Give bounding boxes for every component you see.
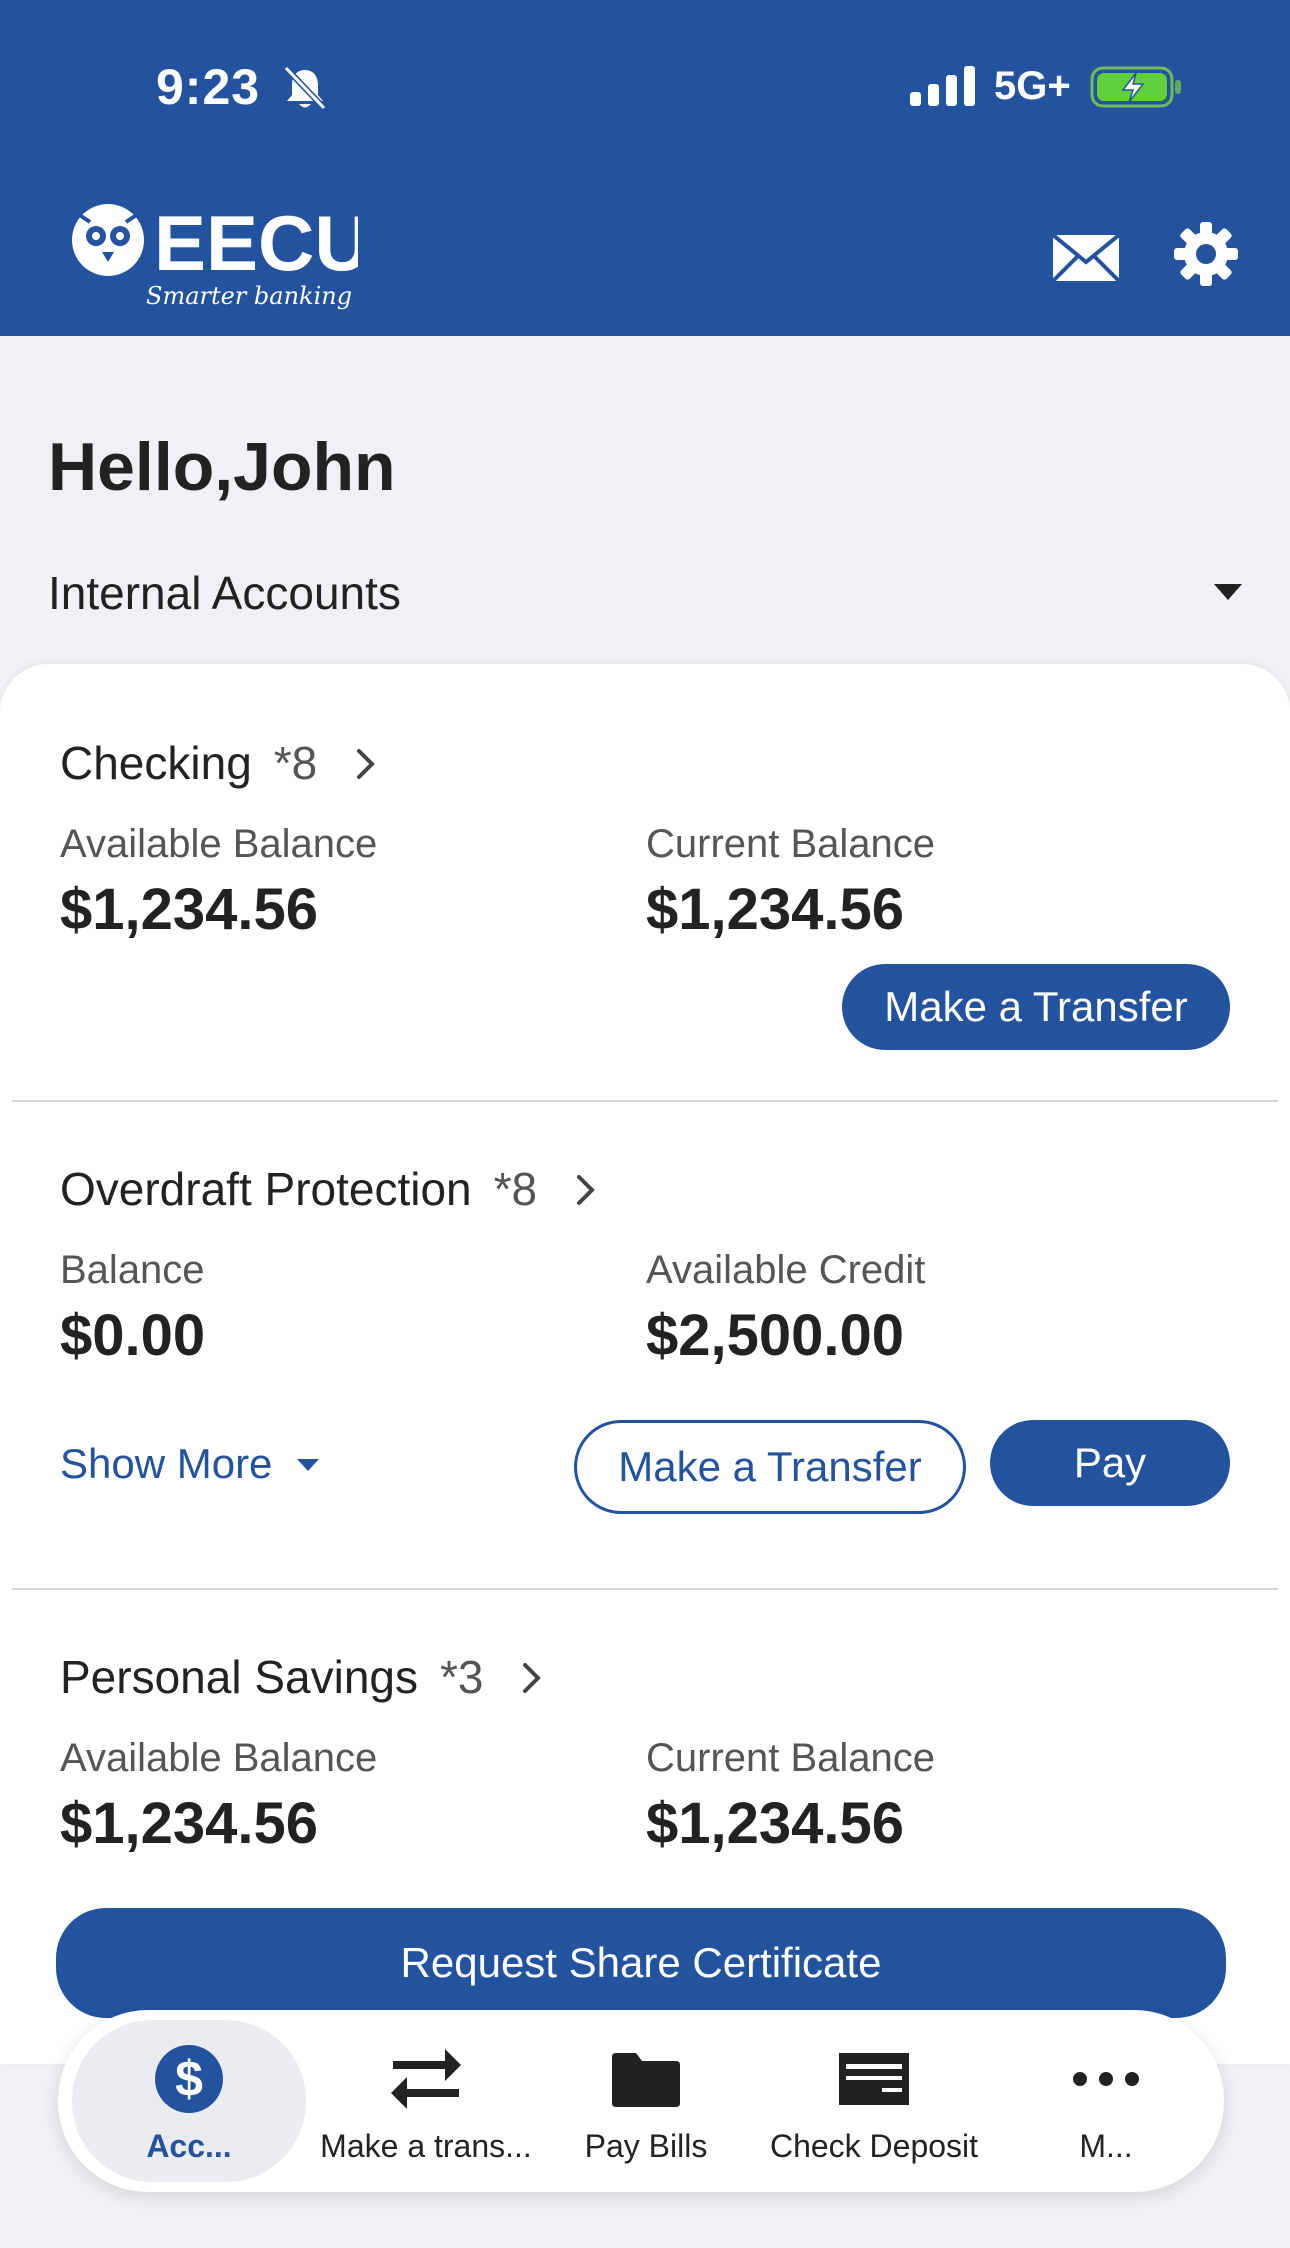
chevron-right-icon xyxy=(523,1663,542,1693)
divider xyxy=(12,1588,1278,1590)
caret-down-icon[interactable] xyxy=(1212,582,1244,602)
show-more-label: Show More xyxy=(60,1440,273,1487)
tab-label: Check Deposit xyxy=(769,2128,979,2164)
current-balance-label: Current Balance xyxy=(646,822,936,866)
account-checking-title[interactable]: Checking *8 xyxy=(60,736,377,790)
tab-label: Make a trans... xyxy=(320,2128,532,2164)
gear-icon[interactable] xyxy=(1174,222,1238,286)
account-number: *3 xyxy=(439,1651,484,1703)
divider xyxy=(12,1100,1278,1102)
tab-make-transfer[interactable]: Make a trans... xyxy=(308,2010,544,2192)
logo-text: EECU xyxy=(154,199,358,287)
pay-button[interactable]: Pay xyxy=(990,1420,1230,1506)
account-name: Checking xyxy=(60,737,252,789)
folder-icon xyxy=(612,2053,680,2107)
show-more-link[interactable]: Show More xyxy=(60,1440,320,1488)
available-balance-value: $1,234.56 xyxy=(60,877,319,942)
account-number: *8 xyxy=(273,737,318,789)
tab-check-deposit[interactable]: Check Deposit xyxy=(748,2010,1000,2192)
bottom-tab-bar: $ Acc... Make a trans... Pay Bills Check… xyxy=(58,2010,1224,2192)
caret-down-icon xyxy=(297,1459,320,1471)
mail-icon[interactable] xyxy=(1052,234,1120,282)
account-savings-title[interactable]: Personal Savings *3 xyxy=(60,1650,543,1704)
tab-label: Acc... xyxy=(146,2128,232,2164)
greeting-title: Hello,John xyxy=(48,429,396,505)
tab-more[interactable]: M... xyxy=(1002,2010,1210,2192)
make-transfer-outline-button[interactable]: Make a Transfer xyxy=(574,1420,966,1514)
current-balance-value: $1,234.56 xyxy=(646,877,905,942)
available-credit-value: $2,500.00 xyxy=(646,1303,905,1368)
chevron-right-icon xyxy=(577,1175,595,1205)
signal-icon xyxy=(910,66,975,106)
request-share-certificate-button[interactable]: Request Share Certificate xyxy=(56,1908,1226,2018)
svg-text:$: $ xyxy=(175,2051,203,2107)
accounts-filter-label[interactable]: Internal Accounts xyxy=(48,566,401,620)
account-name: Overdraft Protection xyxy=(60,1163,472,1215)
tab-accounts[interactable]: $ Acc... xyxy=(72,2010,306,2192)
balance-label: Balance xyxy=(60,1248,205,1292)
current-balance-value: $1,234.56 xyxy=(646,1791,905,1856)
more-dots-icon xyxy=(1073,2072,1139,2086)
check-icon xyxy=(839,2053,909,2105)
chevron-right-icon xyxy=(357,749,376,779)
battery-charging-icon xyxy=(1090,66,1181,108)
status-time: 9:23 xyxy=(156,59,261,115)
bell-muted-icon xyxy=(283,65,327,111)
dollar-circle-icon: $ xyxy=(155,2045,223,2113)
tab-label: M... xyxy=(1079,2128,1133,2164)
account-overdraft-title[interactable]: Overdraft Protection *8 xyxy=(60,1162,597,1216)
available-balance-value: $1,234.56 xyxy=(60,1791,319,1856)
account-number: *8 xyxy=(493,1163,538,1215)
transfer-arrows-icon xyxy=(391,2049,461,2109)
make-transfer-button[interactable]: Make a Transfer xyxy=(842,964,1230,1050)
eecu-logo: EECU Smarter banking xyxy=(72,199,358,310)
account-name: Personal Savings xyxy=(60,1651,418,1703)
current-balance-label: Current Balance xyxy=(646,1736,936,1780)
available-balance-label: Available Balance xyxy=(60,822,378,866)
tab-pay-bills[interactable]: Pay Bills xyxy=(546,2010,746,2192)
balance-value: $0.00 xyxy=(60,1303,206,1368)
tab-label: Pay Bills xyxy=(584,2128,708,2164)
accounts-card: Checking *8 Available Balance $1,234.56 C… xyxy=(0,664,1290,2064)
app-header: 9:23 5G+ EECU Smarter banking xyxy=(0,0,1290,336)
logo-tagline: Smarter banking xyxy=(146,282,352,310)
available-credit-label: Available Credit xyxy=(646,1248,926,1292)
available-balance-label: Available Balance xyxy=(60,1736,378,1780)
network-label: 5G+ xyxy=(994,64,1071,108)
